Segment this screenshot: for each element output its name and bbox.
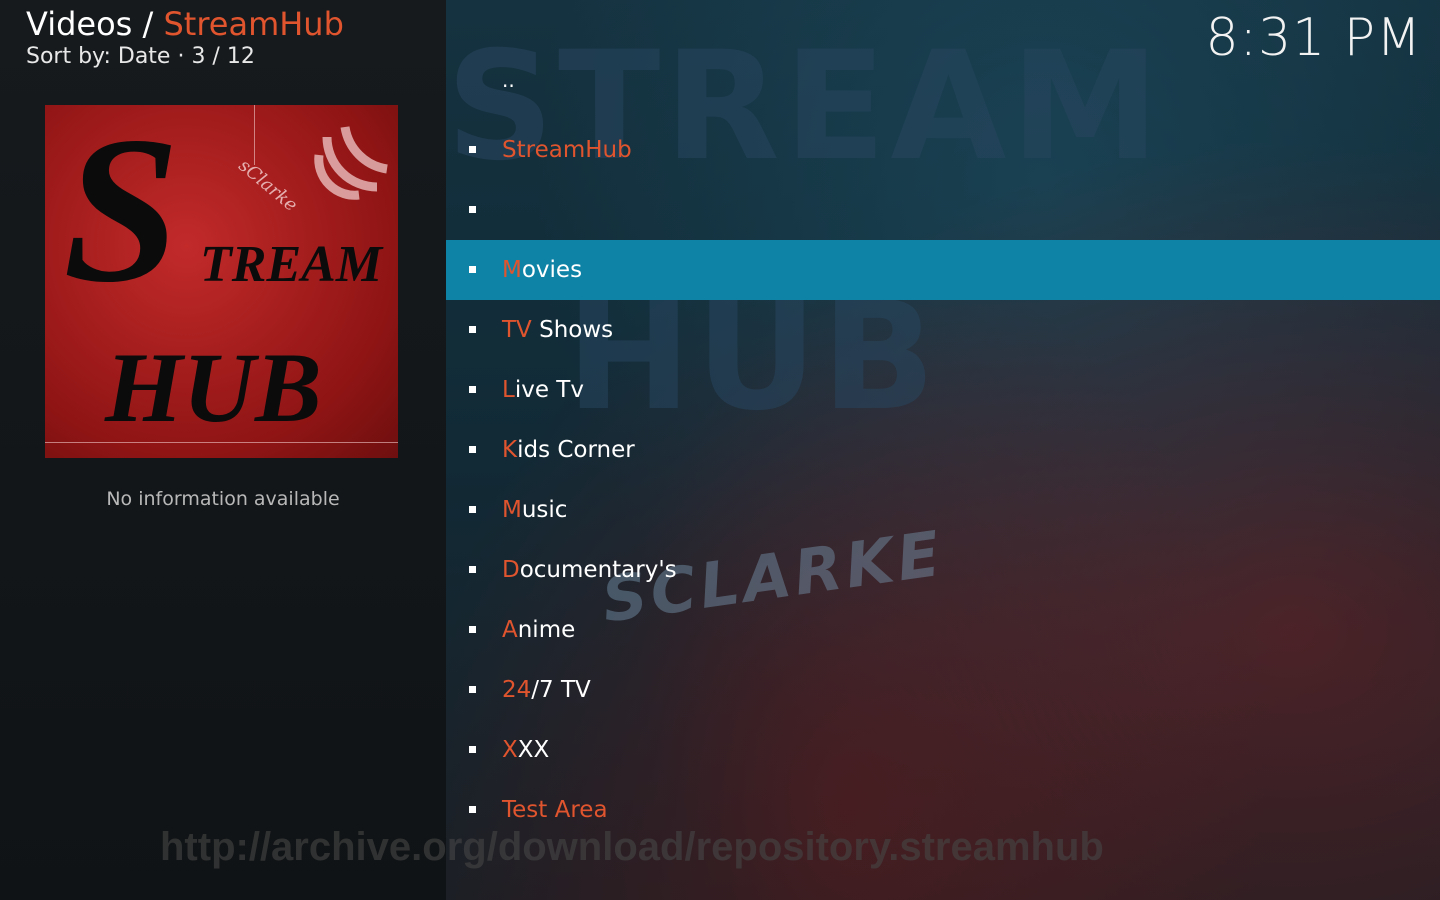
bullet-icon [469, 686, 476, 693]
bullet-icon [469, 206, 476, 213]
list-item-anime[interactable]: Anime [446, 600, 1440, 660]
thumbnail-big-letter: S [63, 105, 180, 326]
breadcrumb-header: Videos / StreamHub Sort by: Date · 3 / 1… [26, 4, 344, 70]
breadcrumb-section[interactable]: Videos [26, 5, 132, 43]
list-item-label: Music [502, 497, 568, 523]
list-item-label: Kids Corner [502, 437, 635, 463]
list-item-label: Anime [502, 617, 576, 643]
list-item-parent[interactable]: .. [446, 60, 1440, 120]
directory-list: .. StreamHub Movies TV Shows Live Tv Kid… [446, 60, 1440, 840]
bullet-icon [469, 386, 476, 393]
list-item-label: TV Shows [502, 317, 614, 343]
list-item-documentarys[interactable]: Documentary's [446, 540, 1440, 600]
bullet-icon [469, 806, 476, 813]
bullet-icon [469, 566, 476, 573]
list-item-live-tv[interactable]: Live Tv [446, 360, 1440, 420]
bullet-icon [469, 266, 476, 273]
thumbnail-tream-text: TREAM [200, 236, 383, 293]
bullet-icon [469, 626, 476, 633]
bullet-icon [469, 146, 476, 153]
bullet-icon [469, 746, 476, 753]
bullet-icon [469, 446, 476, 453]
list-item-label: Documentary's [502, 557, 677, 583]
list-item-label: Live Tv [502, 377, 584, 403]
thumbnail-hub-text: HUB [105, 332, 322, 443]
list-item-tv-shows[interactable]: TV Shows [446, 300, 1440, 360]
list-item-label: XXX [502, 737, 550, 763]
list-item-label: Test Area [502, 797, 608, 823]
list-item-label: StreamHub [502, 137, 632, 163]
list-item-xxx[interactable]: XXX [446, 720, 1440, 780]
addon-thumbnail: sClarke S TREAM HUB [45, 105, 398, 458]
breadcrumb-separator: / [132, 5, 164, 43]
clock: 8:31 PM [1205, 8, 1422, 68]
list-item-kids-corner[interactable]: Kids Corner [446, 420, 1440, 480]
thumbnail-line [254, 105, 255, 165]
list-item-247-tv[interactable]: 24/7 TV [446, 660, 1440, 720]
signal-icon [314, 126, 388, 200]
parent-folder-label: .. [502, 68, 515, 92]
breadcrumb: Videos / StreamHub [26, 4, 344, 44]
breadcrumb-addon: StreamHub [163, 5, 344, 43]
info-text: No information available [106, 488, 340, 510]
list-item-music[interactable]: Music [446, 480, 1440, 540]
list-item-label: Movies [502, 257, 583, 283]
list-item[interactable] [446, 180, 1440, 240]
list-item-label: 24/7 TV [502, 677, 591, 703]
sort-status: Sort by: Date · 3 / 12 [26, 44, 255, 69]
list-item[interactable]: StreamHub [446, 120, 1440, 180]
list-item-movies[interactable]: Movies [446, 240, 1440, 300]
bullet-icon [469, 326, 476, 333]
bullet-icon [469, 506, 476, 513]
list-item-test-area[interactable]: Test Area [446, 780, 1440, 840]
thumbnail-signature: sClarke [234, 155, 302, 216]
